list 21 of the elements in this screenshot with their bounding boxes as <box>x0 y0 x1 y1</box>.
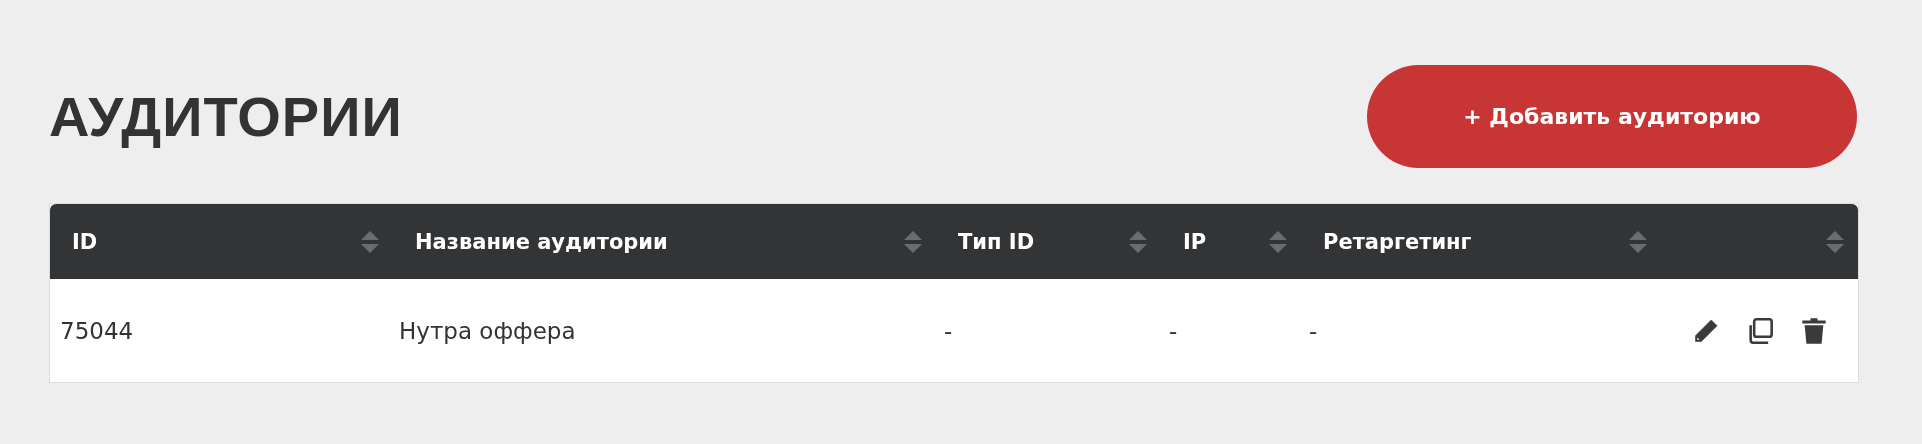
column-header: IP <box>1183 229 1207 254</box>
trash-icon[interactable] <box>1800 316 1828 345</box>
column-header: Ретаргетинг <box>1323 229 1472 254</box>
add-audience-button[interactable]: + Добавить аудиторию <box>1367 65 1857 168</box>
pencil-icon[interactable] <box>1692 316 1720 345</box>
copy-icon[interactable] <box>1746 316 1774 345</box>
column-header: Название аудитории <box>415 229 668 254</box>
sort-icon[interactable] <box>1129 230 1147 253</box>
table-cell: - <box>1169 317 1178 344</box>
table-cell: 75044 <box>60 317 134 344</box>
sort-icon[interactable] <box>1629 230 1647 253</box>
column-header: ID <box>72 229 98 254</box>
page-title: АУДИТОРИИ <box>49 84 403 149</box>
sort-icon[interactable] <box>904 230 922 253</box>
table-cell: Нутра оффера <box>399 317 576 344</box>
table-cell: - <box>1309 317 1318 344</box>
table-cell: - <box>944 317 953 344</box>
sort-icon[interactable] <box>361 230 379 253</box>
sort-icon[interactable] <box>1826 230 1844 253</box>
sort-icon[interactable] <box>1269 230 1287 253</box>
column-header: Тип ID <box>958 229 1035 254</box>
